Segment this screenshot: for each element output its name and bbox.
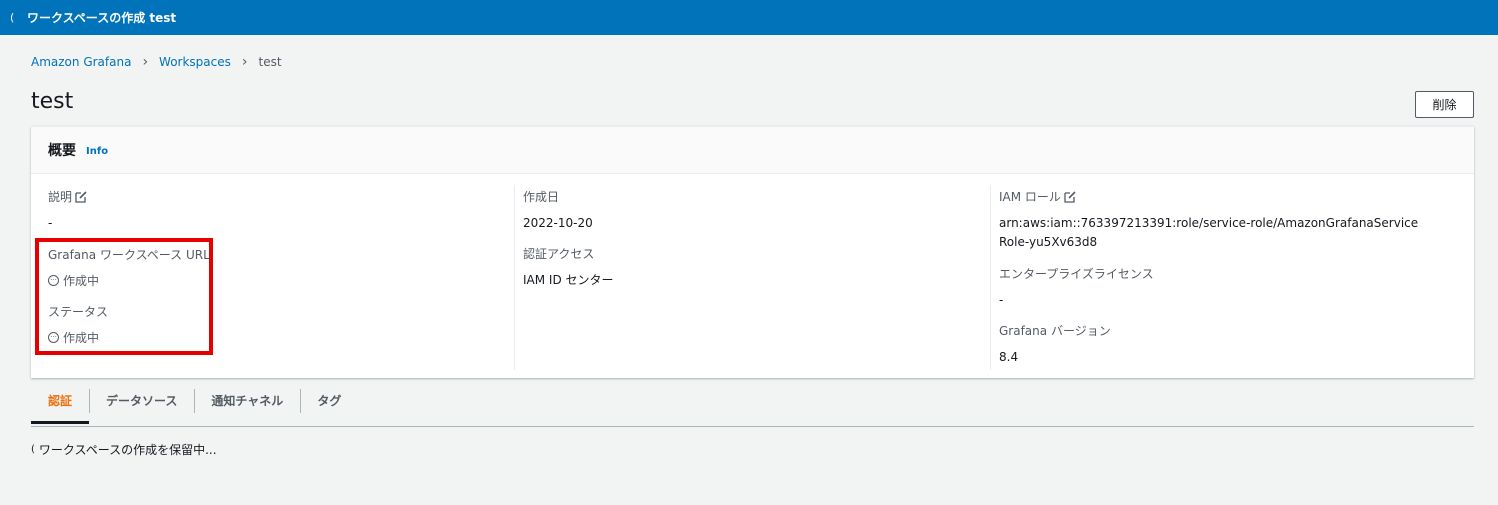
panel-title: 概要 [48, 143, 76, 159]
highlight-box [35, 238, 213, 355]
tab-notification-channels[interactable]: 通知チャネル [194, 386, 300, 415]
breadcrumb-amazon-grafana[interactable]: Amazon Grafana [31, 55, 131, 69]
enterprise-license-label: エンタープライズライセンス [999, 267, 1154, 281]
grafana-version-value: 8.4 [999, 350, 1019, 364]
flash-banner: ( ワークスペースの作成 test [0, 0, 1498, 35]
banner-title: ワークスペースの作成 test [27, 11, 177, 25]
edit-icon[interactable] [75, 190, 87, 203]
auth-access-label: 認証アクセス [523, 247, 595, 261]
breadcrumb: Amazon Grafana › Workspaces › test [31, 54, 282, 70]
panel-header: 概要 Info [31, 127, 1474, 174]
created-value: 2022-10-20 [523, 216, 593, 230]
auth-access-value: IAM ID センター [523, 273, 614, 287]
page-title: test [31, 89, 74, 114]
enterprise-license-value: - [999, 293, 1004, 307]
breadcrumb-workspaces[interactable]: Workspaces [159, 55, 231, 69]
column-divider [990, 185, 991, 370]
breadcrumb-current: test [258, 55, 282, 69]
created-label: 作成日 [523, 190, 560, 204]
description-field: 説明 - [48, 188, 87, 233]
iam-role-label: IAM ロール [999, 190, 1061, 204]
grafana-version-label: Grafana バージョン [999, 324, 1111, 338]
description-value: - [48, 216, 53, 230]
auth-access-field: 認証アクセス IAM ID センター [523, 245, 614, 290]
grafana-version-field: Grafana バージョン 8.4 [999, 322, 1111, 367]
loading-spinner-icon: ( [10, 11, 15, 24]
created-field: 作成日 2022-10-20 [523, 188, 593, 233]
delete-button[interactable]: 削除 [1415, 91, 1474, 118]
pending-status: ( ワークスペースの作成を保留中... [31, 441, 217, 458]
edit-icon[interactable] [1064, 190, 1076, 203]
tab-authentication[interactable]: 認証 [31, 386, 90, 424]
chevron-right-icon: › [142, 54, 149, 70]
tab-data-sources[interactable]: データソース [89, 386, 194, 415]
tab-bar: 認証 データソース 通知チャネル タグ [31, 386, 1474, 427]
tab-tags[interactable]: タグ [300, 386, 358, 415]
info-link[interactable]: Info [86, 146, 108, 157]
enterprise-license-field: エンタープライズライセンス - [999, 265, 1154, 310]
pending-message: ワークスペースの作成を保留中... [38, 443, 217, 457]
chevron-right-icon: › [241, 54, 248, 70]
iam-role-field: IAM ロール arn:aws:iam::763397213391:role/s… [999, 188, 1419, 252]
loading-spinner-icon: ( [31, 444, 35, 455]
overview-panel: 概要 Info 説明 - Grafana ワークスペース URL ··· 作成中… [31, 126, 1474, 378]
column-divider [514, 185, 515, 370]
iam-role-value: arn:aws:iam::763397213391:role/service-r… [999, 216, 1419, 249]
description-label: 説明 [48, 190, 73, 204]
